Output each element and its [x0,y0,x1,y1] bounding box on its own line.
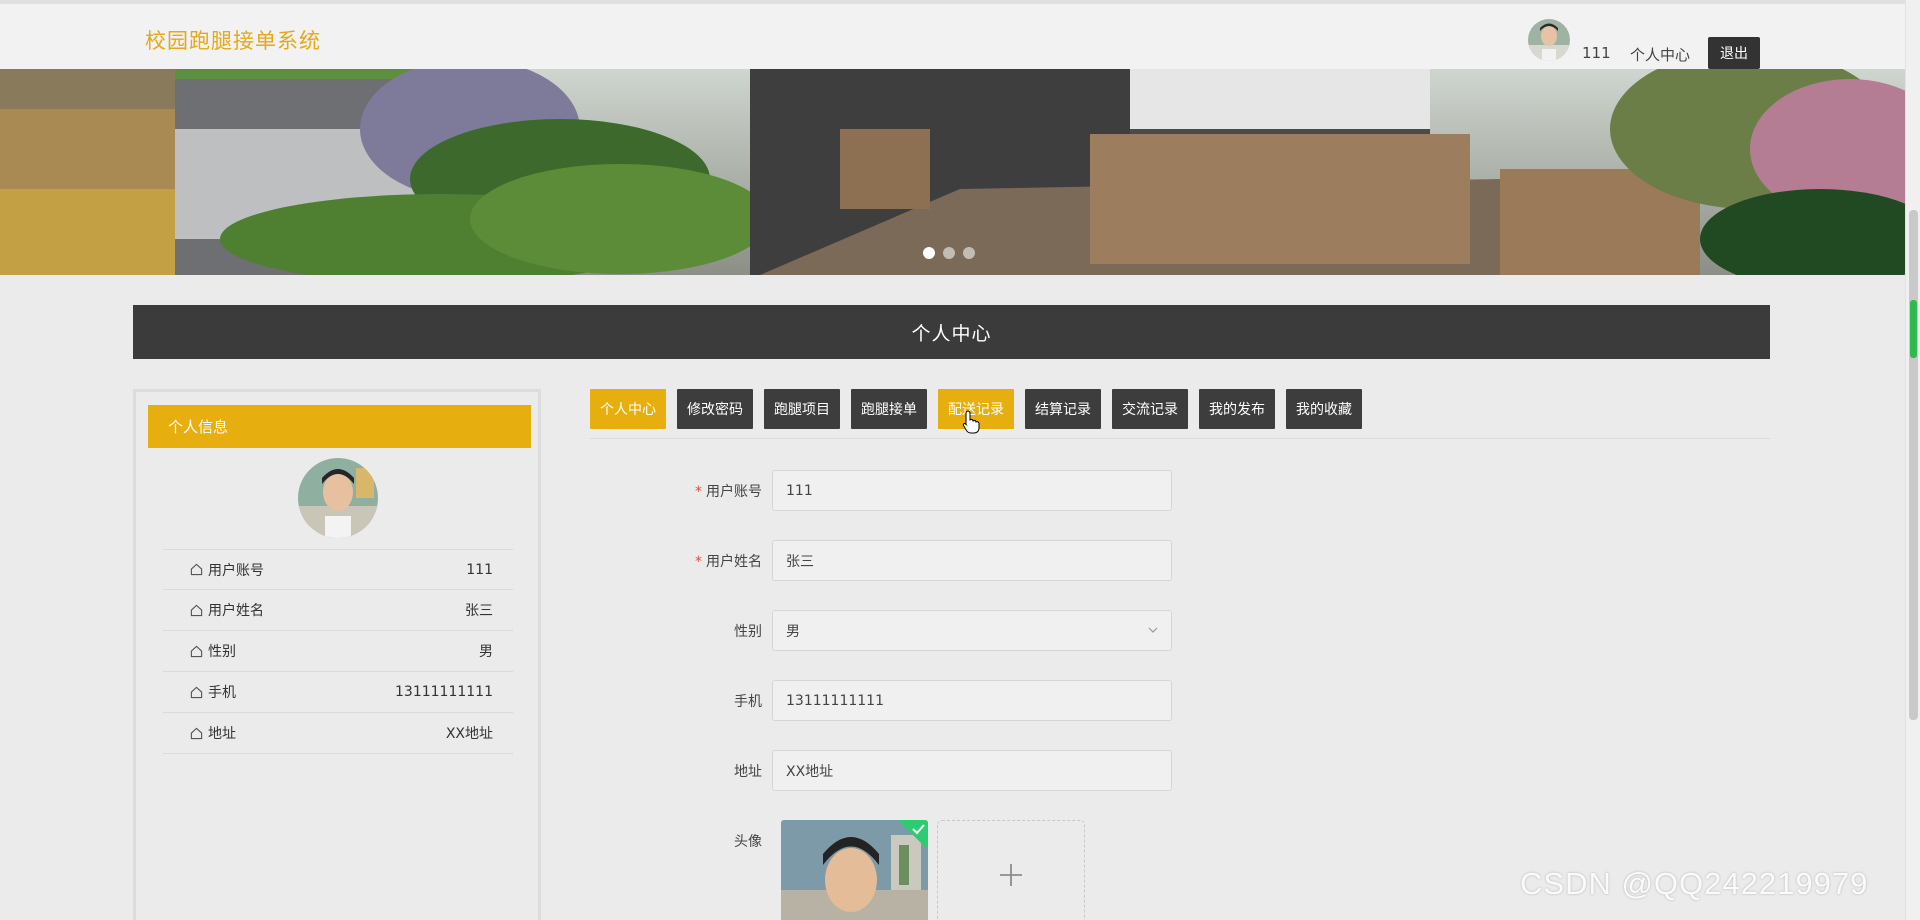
form-row-avatar: 头像 [640,820,772,861]
phone-input[interactable]: 13111111111 [772,680,1172,721]
watermark: CSDN @QQ242219979 [1520,866,1869,901]
form-row-gender: 性别 男 [640,610,1172,651]
info-row-address: 地址 XX地址 [163,713,513,754]
required-mark: * [695,553,702,570]
avatar-label: 头像 [734,833,762,850]
name-label: 用户姓名 [706,553,762,570]
carousel-dot-3[interactable] [963,247,975,259]
phone-label: 手机 [734,693,762,710]
uploaded-avatar[interactable] [781,820,928,920]
info-row-name: 用户姓名 张三 [163,590,513,631]
info-label-account: 用户账号 [208,562,264,579]
info-row-account: 用户账号 111 [163,549,513,590]
tab-my-favorites[interactable]: 我的收藏 [1286,389,1362,429]
account-label: 用户账号 [706,483,762,500]
tab-personal-center[interactable]: 个人中心 [590,389,666,429]
form-row-address: 地址 XX地址 [640,750,1172,791]
info-value-gender: 男 [479,644,493,660]
plus-icon [1000,864,1022,886]
user-center-link[interactable]: 个人中心 [1630,44,1690,65]
vertical-scrollbar[interactable] [1905,0,1920,920]
required-mark: * [695,483,702,500]
info-value-phone: 13111111111 [395,684,493,700]
home-icon [190,727,203,739]
user-avatar[interactable] [1528,19,1570,61]
tab-divider [590,438,1770,439]
banner-carousel[interactable] [0,69,1905,275]
tab-my-posts[interactable]: 我的发布 [1199,389,1275,429]
address-input[interactable]: XX地址 [772,750,1172,791]
info-label-address: 地址 [208,726,236,742]
gender-value: 男 [786,623,800,640]
info-row-phone: 手机 13111111111 [163,672,513,713]
gender-select[interactable]: 男 [772,610,1172,651]
hand-cursor-icon [962,410,980,434]
profile-sidebar: 个人信息 用户账号 111 用户姓名 张三 性别 男 手机 1311111111… [133,389,541,920]
upload-avatar-button[interactable] [937,820,1085,920]
site-brand[interactable]: 校园跑腿接单系统 [145,25,321,55]
tab-change-password[interactable]: 修改密码 [677,389,753,429]
profile-avatar [298,458,378,538]
info-label-name: 用户姓名 [208,603,264,619]
account-input[interactable]: 111 [772,470,1172,511]
carousel-dot-1[interactable] [923,247,935,259]
home-icon [190,563,203,576]
tab-chat-records[interactable]: 交流记录 [1112,389,1188,429]
banner-image [0,69,1905,275]
gender-label: 性别 [734,623,762,640]
tab-settlement-records[interactable]: 结算记录 [1025,389,1101,429]
info-label-gender: 性别 [208,644,236,660]
scroll-indicator [1910,300,1917,358]
logout-button[interactable]: 退出 [1708,37,1760,69]
tab-errand-orders[interactable]: 跑腿接单 [851,389,927,429]
home-icon [190,645,203,657]
form-row-name: * 用户姓名 张三 [640,540,1172,581]
profile-tabs: 个人中心 修改密码 跑腿项目 跑腿接单 配送记录 结算记录 交流记录 我的发布 … [590,389,1373,429]
info-value-address: XX地址 [445,726,493,742]
username-label: 111 [1582,44,1611,62]
form-row-phone: 手机 13111111111 [640,680,1172,721]
home-icon [190,686,203,698]
chevron-down-icon [1148,627,1158,633]
page-title: 个人中心 [133,305,1770,359]
carousel-dots [923,247,975,259]
address-label: 地址 [734,763,762,780]
info-value-account: 111 [466,561,493,578]
profile-info-list: 用户账号 111 用户姓名 张三 性别 男 手机 13111111111 地址 … [163,549,513,754]
form-row-account: * 用户账号 111 [640,470,1172,511]
sidebar-title: 个人信息 [148,405,531,448]
info-row-gender: 性别 男 [163,631,513,672]
check-icon [898,820,928,850]
info-value-name: 张三 [465,603,493,619]
tab-errand-projects[interactable]: 跑腿项目 [764,389,840,429]
home-icon [190,604,203,616]
top-navbar: 校园跑腿接单系统 111 个人中心 退出 [0,0,1905,69]
name-input[interactable]: 张三 [772,540,1172,581]
info-label-phone: 手机 [208,685,236,701]
scrollbar-thumb[interactable] [1909,210,1918,720]
carousel-dot-2[interactable] [943,247,955,259]
